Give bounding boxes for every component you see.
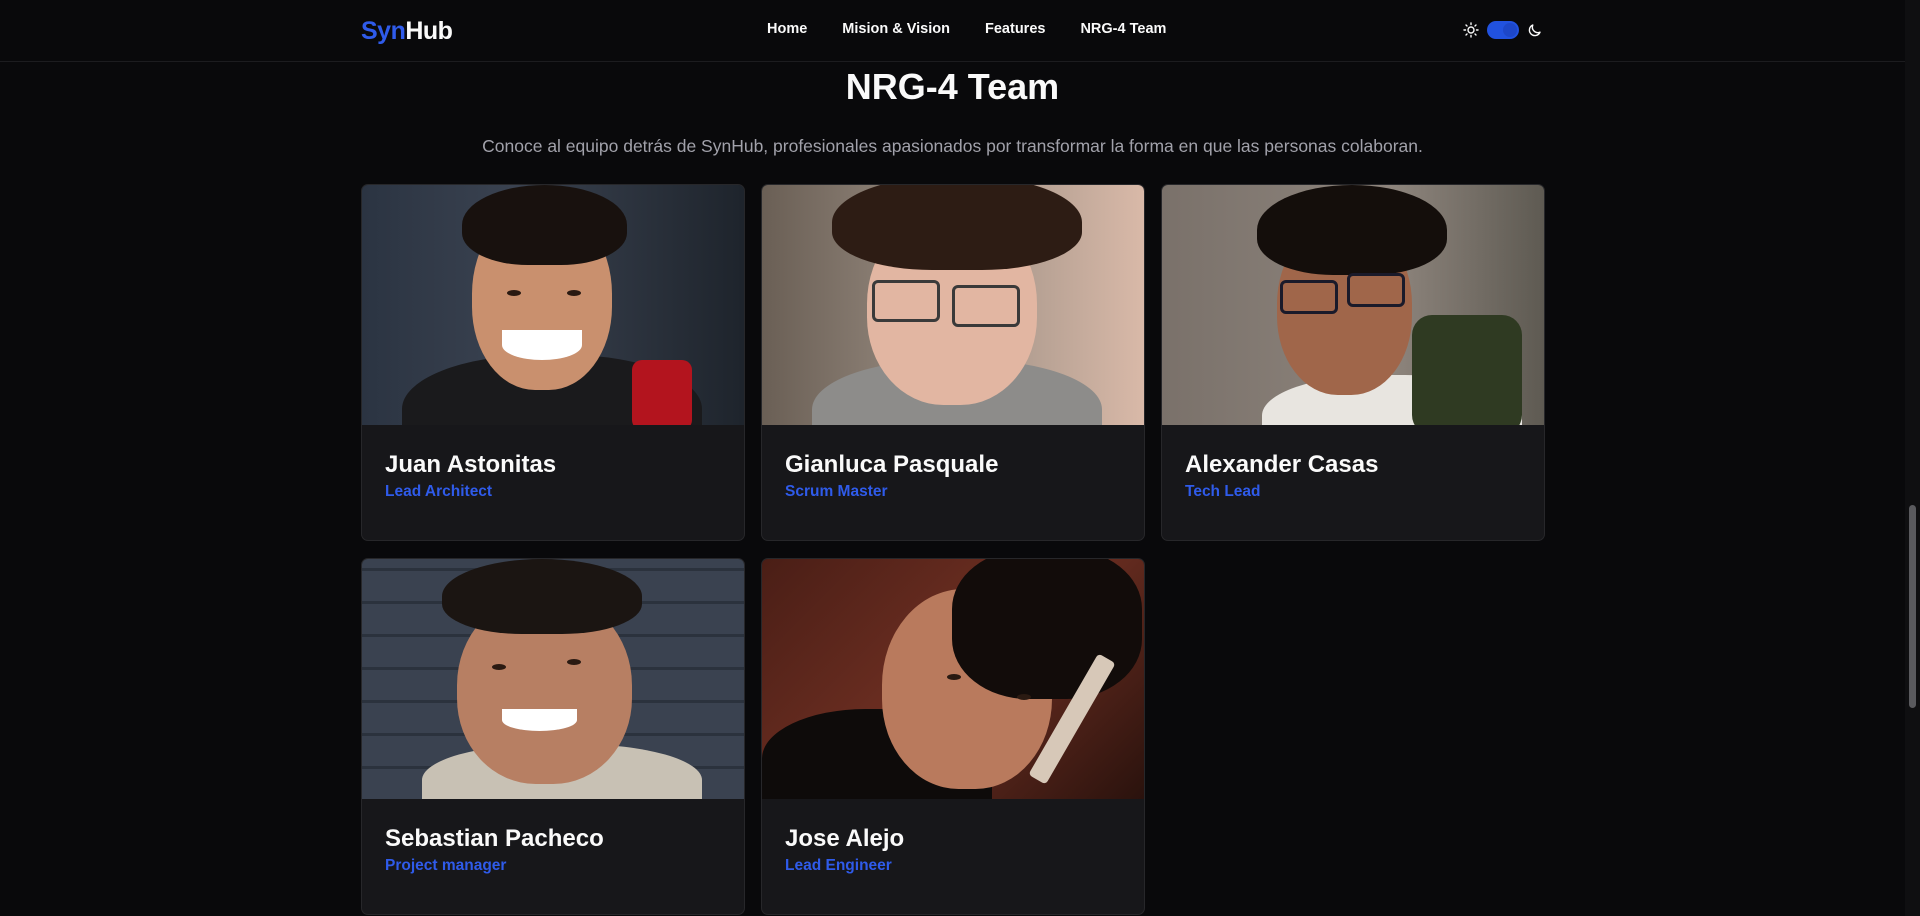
team-card: Jose Alejo Lead Engineer — [761, 558, 1145, 915]
brand-logo-hub: Hub — [405, 17, 453, 45]
member-name: Juan Astonitas — [385, 451, 557, 478]
member-role: Lead Architect — [385, 483, 493, 500]
member-photo — [362, 185, 744, 425]
member-role: Project manager — [385, 857, 507, 874]
brand-logo[interactable]: SynHub — [361, 17, 453, 46]
team-card: Gianluca Pasquale Scrum Master — [761, 184, 1145, 541]
member-name: Jose Alejo — [785, 825, 905, 852]
brand-logo-syn: Syn — [361, 17, 406, 45]
sun-icon — [1463, 22, 1479, 38]
nav-link-mission-vision[interactable]: Mision & Vision — [842, 21, 950, 37]
member-photo — [1162, 185, 1544, 425]
card-body: Juan Astonitas Lead Architect — [362, 425, 744, 501]
nav-link-features[interactable]: Features — [985, 21, 1045, 37]
nav-link-home[interactable]: Home — [767, 21, 807, 37]
card-body: Alexander Casas Tech Lead — [1162, 425, 1544, 501]
team-card: Alexander Casas Tech Lead — [1161, 184, 1545, 541]
navbar: SynHub Home Mision & Vision Features NRG… — [0, 0, 1905, 62]
section-subtitle: Conoce al equipo detrás de SynHub, profe… — [482, 136, 1423, 156]
member-name: Sebastian Pacheco — [385, 825, 604, 852]
theme-toggle — [1463, 21, 1543, 39]
page-scrollbar[interactable] — [1905, 0, 1920, 916]
member-role: Lead Engineer — [785, 857, 892, 874]
section-title: NRG-4 Team — [845, 66, 1060, 107]
member-name: Alexander Casas — [1185, 451, 1379, 478]
nav-link-team[interactable]: NRG-4 Team — [1080, 21, 1166, 37]
member-role: Scrum Master — [785, 483, 888, 500]
member-photo — [762, 559, 1144, 799]
theme-switch[interactable] — [1487, 21, 1519, 39]
scrollbar-thumb[interactable] — [1909, 505, 1916, 708]
member-role: Tech Lead — [1185, 483, 1261, 500]
member-name: Gianluca Pasquale — [785, 451, 999, 478]
member-photo — [762, 185, 1144, 425]
team-card: Juan Astonitas Lead Architect — [361, 184, 745, 541]
moon-icon — [1527, 22, 1543, 38]
card-body: Gianluca Pasquale Scrum Master — [762, 425, 1144, 501]
theme-switch-knob — [1503, 23, 1517, 37]
card-body: Jose Alejo Lead Engineer — [762, 799, 1144, 875]
main-nav: Home Mision & Vision Features NRG-4 Team — [767, 21, 1201, 37]
team-card: Sebastian Pacheco Project manager — [361, 558, 745, 915]
member-photo — [362, 559, 744, 799]
team-grid: Juan Astonitas Lead Architect Gianluca P… — [361, 184, 1545, 915]
card-body: Sebastian Pacheco Project manager — [362, 799, 744, 875]
